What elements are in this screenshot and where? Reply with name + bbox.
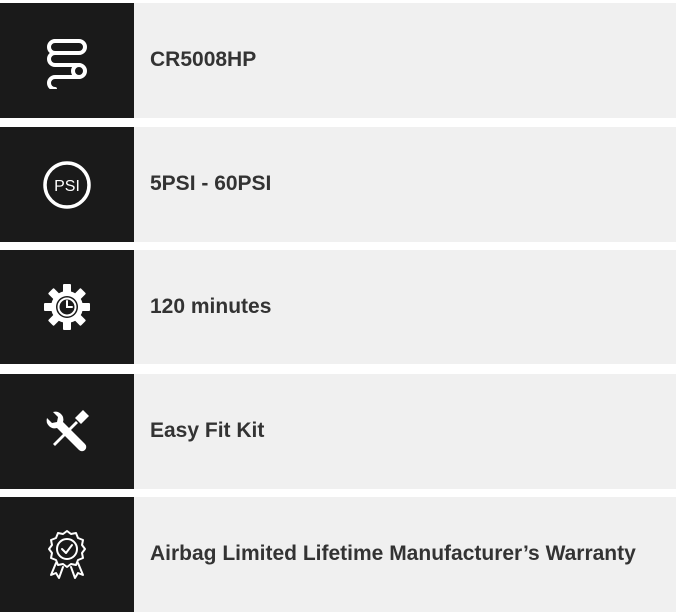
- tools-icon: [46, 409, 89, 451]
- feature-list: CR5008HP PSI 5PSI - 60PSI 120 minutes Ea…: [0, 0, 676, 615]
- icon-box: [0, 250, 134, 364]
- feature-row-duration: 120 minutes: [0, 250, 676, 364]
- icon-box: [0, 3, 134, 118]
- icon-box: [0, 497, 134, 612]
- feature-label: 120 minutes: [150, 294, 272, 318]
- feature-row-model: CR5008HP: [0, 3, 676, 118]
- feature-label: CR5008HP: [150, 48, 257, 72]
- feature-label: 5PSI - 60PSI: [150, 172, 272, 196]
- psi-gauge-icon: PSI: [43, 160, 91, 209]
- gear-clock-icon: [44, 284, 90, 330]
- icon-box: [0, 374, 134, 489]
- feature-row-warranty: Airbag Limited Lifetime Manufacturer’s W…: [0, 497, 676, 612]
- feature-label: Airbag Limited Lifetime Manufacturer’s W…: [150, 542, 636, 566]
- feature-row-kit: Easy Fit Kit: [0, 374, 676, 489]
- warranty-badge-icon: [48, 529, 86, 579]
- feature-row-pressure: PSI 5PSI - 60PSI: [0, 127, 676, 242]
- psi-icon-text: PSI: [54, 178, 80, 195]
- coil-spring-icon: [47, 38, 87, 89]
- feature-label: Easy Fit Kit: [150, 419, 265, 443]
- icon-box: PSI: [0, 127, 134, 242]
